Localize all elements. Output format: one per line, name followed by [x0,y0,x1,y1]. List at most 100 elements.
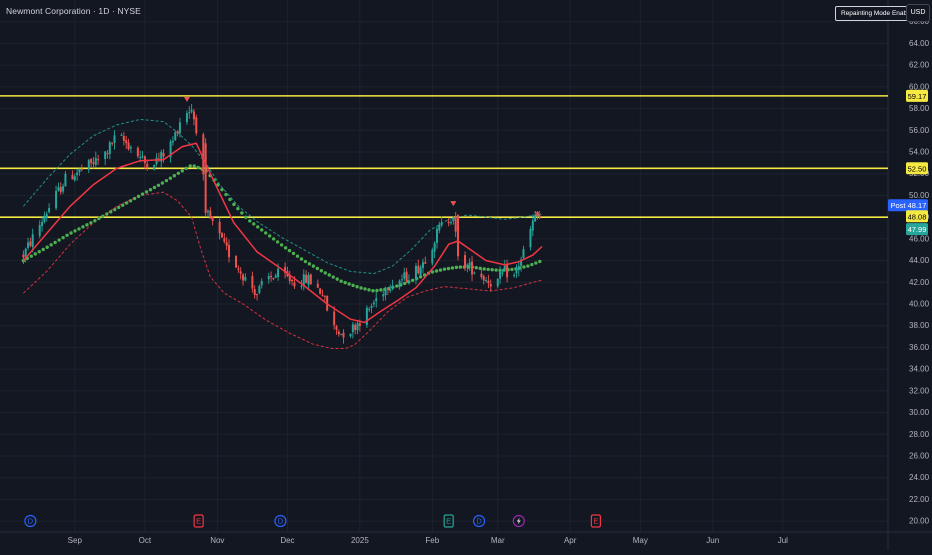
candle-body [41,221,44,226]
candle [169,139,172,163]
chart-area[interactable]: 66.0064.0062.0060.0058.0056.0054.0052.00… [0,0,932,550]
ma-dot [260,228,264,232]
candle [260,278,263,289]
dotted-moving-average [21,164,542,293]
candle-body [370,306,373,308]
candle [111,142,114,146]
price-badge-text: Post [890,201,906,210]
candle [473,271,476,275]
ma-dot [109,210,113,214]
time-tick-label: Jul [778,536,788,545]
event-earnings-negative: E [590,514,601,528]
candle-body [506,264,509,278]
ma-dot [307,262,312,266]
candle-body [398,280,401,288]
ma-dot [244,215,248,219]
candle [417,259,420,275]
candle [272,277,275,281]
candle [59,182,62,195]
ma-dot [168,176,173,180]
candle-body [335,326,338,330]
candle-body [139,156,142,158]
candle-body [29,241,32,246]
price-tick-label: 32.00 [909,386,930,395]
candle-body [450,222,453,224]
price-tick-label: 50.00 [909,191,930,200]
ma-dot [85,223,89,227]
price-tick-label: 62.00 [909,61,930,70]
symbol-title[interactable]: Newmont Corporation · 1D · NYSE [6,6,141,16]
ma-dot [93,219,97,223]
candle [244,273,247,282]
candle [209,207,212,219]
candle-body [188,112,191,114]
candle-body [253,289,256,295]
ma-dot [248,219,252,223]
candle-body [221,233,223,238]
candle-body [209,210,212,219]
price-badge-text: 52.50 [908,164,927,173]
price-tick-label: 46.00 [909,234,930,243]
candle-body [239,271,242,274]
candle-body [211,216,214,222]
candle [386,287,389,296]
ma-dot [164,178,169,183]
red-moving-average [22,142,543,324]
candle [162,149,165,163]
price-tick-label: 28.00 [909,430,930,439]
candle-body [113,135,116,143]
candle-body [316,283,319,288]
ma-dot [188,164,192,168]
candle-body [309,274,312,285]
candle-body [435,228,438,243]
candle-body [414,266,417,280]
candle [356,320,359,335]
ma-dot [446,266,451,271]
candle [305,270,308,284]
candle-body [90,158,93,163]
candle-body [529,229,532,248]
candle-body [447,221,450,224]
time-tick-label: Jun [706,536,719,545]
candle [108,140,111,160]
candle-body [76,172,79,176]
ma-dot [220,187,224,192]
candle [48,203,51,214]
price-chart[interactable]: 66.0064.0062.0060.0058.0056.0054.0052.00… [0,0,932,550]
candle [515,264,518,278]
candle-body [457,214,460,257]
candle-body [174,132,177,141]
currency-button[interactable]: USD [906,4,930,22]
candle-body [305,274,308,283]
candle-body [534,215,537,222]
price-tick-label: 42.00 [909,278,930,287]
candle [414,263,417,285]
ma-dot [454,265,459,270]
ma-dot [53,240,57,245]
candle-body [272,277,275,280]
candle [431,247,434,266]
candle-body [274,275,277,278]
candle [251,271,254,293]
candle [45,211,48,222]
candle-body [400,279,403,281]
ma-dot [482,267,486,271]
candle [57,182,60,192]
event-label: E [196,517,201,526]
candle [206,209,209,218]
ma-dot [343,280,347,285]
candle-body [424,262,427,264]
candle [76,169,79,181]
candle-body [237,268,240,270]
ma-dot [291,251,296,256]
candle-body [55,190,58,209]
candle-body [256,293,259,295]
candle-body [417,265,420,274]
price-tick-label: 34.00 [909,365,930,374]
candle [513,272,516,278]
ma-dot [89,221,93,225]
ma-dot [526,264,530,268]
candle [237,265,240,273]
ma-dot [510,267,514,272]
candle [195,114,198,136]
